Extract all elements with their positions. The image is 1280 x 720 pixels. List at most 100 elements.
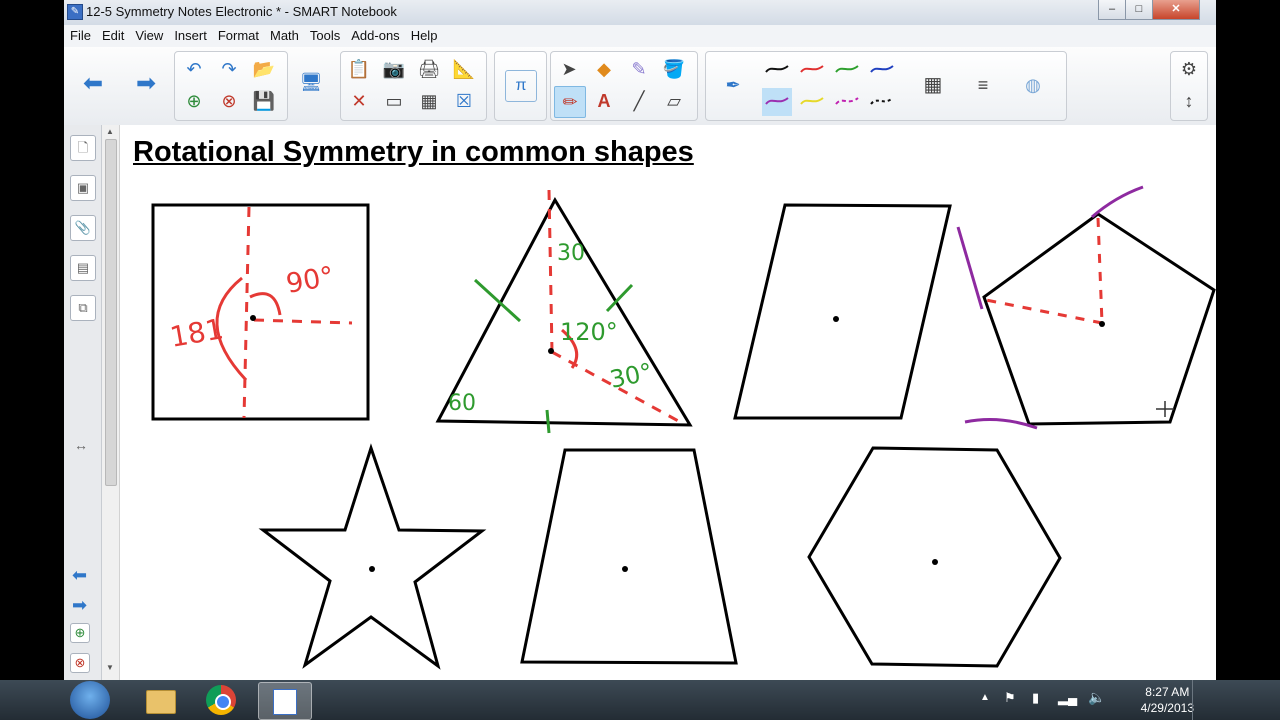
- toolbar-group-pens: ✒ ▦ ≡ ◍: [705, 51, 1067, 121]
- save-icon[interactable]: 💾: [249, 86, 279, 116]
- notebook-page[interactable]: Rotational Symmetry in common shapes 90°…: [120, 125, 1216, 680]
- screen-capture-icon[interactable]: 🖨: [414, 54, 444, 84]
- delete-page-sidebar-icon[interactable]: ⊗: [70, 653, 90, 673]
- move-toolbar-icon[interactable]: ↕: [1174, 86, 1204, 116]
- square-vertical-axis: [242, 206, 251, 419]
- scroll-down-icon[interactable]: ▼: [106, 663, 114, 672]
- pen-green-icon[interactable]: [832, 56, 862, 84]
- maximize-button[interactable]: □: [1125, 0, 1153, 20]
- square-center-dot: [250, 315, 256, 321]
- pen-blue-icon[interactable]: [867, 56, 897, 84]
- next-page-icon[interactable]: ➡: [131, 69, 161, 99]
- power-icon[interactable]: ▮: [1032, 690, 1039, 706]
- chrome-icon[interactable]: [196, 682, 248, 718]
- system-clock[interactable]: 8:27 AM 4/29/2013: [1141, 684, 1194, 716]
- triangle-median-top: [547, 189, 554, 353]
- minimize-button[interactable]: –: [1098, 0, 1126, 20]
- pen-purple-icon[interactable]: [762, 88, 792, 116]
- clock-date: 4/29/2013: [1140, 701, 1194, 715]
- page-sorter-icon[interactable]: 🗋: [70, 135, 96, 161]
- previous-page-sidebar-icon[interactable]: ⬅: [72, 565, 87, 586]
- gallery-icon[interactable]: ▣: [70, 175, 96, 201]
- square-horizontal-axis: [253, 318, 353, 325]
- shapes-icon[interactable]: ◆: [589, 54, 619, 84]
- pen-red-icon[interactable]: [797, 56, 827, 84]
- color-palette-icon[interactable]: ▦: [918, 70, 948, 100]
- display-screen-icon[interactable]: ▭: [379, 86, 409, 116]
- menu-tools[interactable]: Tools: [304, 25, 345, 43]
- trapezoid-center-dot: [622, 566, 628, 572]
- add-page-sidebar-icon[interactable]: ⊕: [70, 623, 90, 643]
- triangle-label-right: 30°: [607, 358, 654, 394]
- square-shape[interactable]: [151, 203, 370, 421]
- previous-page-icon[interactable]: ⬅: [78, 69, 108, 99]
- undo-icon[interactable]: ↶: [179, 54, 209, 84]
- fill-icon[interactable]: 🪣: [659, 54, 689, 84]
- star-shape[interactable]: [258, 443, 487, 670]
- measurement-tools-icon[interactable]: 📐: [449, 54, 479, 84]
- delete-icon[interactable]: ✕: [344, 86, 374, 116]
- line-tool-icon[interactable]: ╱: [624, 86, 654, 116]
- network-icon[interactable]: ▂▄: [1058, 690, 1077, 706]
- parallelogram-shape[interactable]: [733, 203, 952, 420]
- paste-icon[interactable]: 📋: [344, 54, 374, 84]
- close-tab-icon[interactable]: ☒: [449, 86, 479, 116]
- smart-notebook-app-icon: ✎: [67, 4, 83, 20]
- pen-black-icon[interactable]: [762, 56, 792, 84]
- open-file-icon[interactable]: 📂: [249, 54, 279, 84]
- menu-bar: File Edit View Insert Format Math Tools Add-ons…: [64, 25, 1216, 47]
- camera-icon[interactable]: 📷: [379, 54, 409, 84]
- eraser-icon[interactable]: ▱: [659, 86, 689, 116]
- math-tools-icon[interactable]: π: [505, 70, 537, 102]
- line-style-icon[interactable]: ≡: [968, 70, 998, 100]
- menu-insert[interactable]: Insert: [168, 25, 212, 43]
- file-explorer-icon[interactable]: [134, 682, 186, 718]
- magic-pen-icon[interactable]: ✎: [624, 54, 654, 84]
- delete-page-icon[interactable]: ⊗: [214, 86, 244, 116]
- pens-icon[interactable]: ✏: [554, 86, 586, 118]
- transparency-icon[interactable]: ◍: [1018, 70, 1048, 100]
- toolbar-group-settings: ⚙ ↕: [1170, 51, 1208, 121]
- resize-sidebar-icon[interactable]: ↔: [74, 437, 88, 453]
- show-desktop-button[interactable]: [1192, 680, 1215, 720]
- pentagon-shape[interactable]: [982, 212, 1216, 426]
- pentagon-radius-top: [1096, 217, 1104, 324]
- menu-file[interactable]: File: [64, 25, 96, 43]
- screen-shade-icon[interactable]: 🖥: [296, 67, 326, 97]
- show-hidden-icons-icon[interactable]: ▲: [980, 692, 990, 703]
- select-arrow-icon[interactable]: ➤: [554, 54, 584, 84]
- trapezoid-shape[interactable]: [520, 448, 738, 665]
- redo-icon[interactable]: ↷: [214, 54, 244, 84]
- menu-help[interactable]: Help: [405, 25, 443, 43]
- start-button-icon[interactable]: [70, 681, 110, 719]
- properties-icon[interactable]: ▤: [70, 255, 96, 281]
- add-page-icon[interactable]: ⊕: [179, 86, 209, 116]
- settings-gear-icon[interactable]: ⚙: [1174, 54, 1204, 84]
- menu-math[interactable]: Math: [264, 25, 304, 43]
- menu-format[interactable]: Format: [212, 25, 264, 43]
- toolbar-group-edit: 📋 📷 🖨 📐 ✕ ▭ ▦ ☒: [340, 51, 487, 121]
- close-button[interactable]: ✕: [1152, 0, 1200, 20]
- vertical-scrollbar[interactable]: ▲ ▼: [102, 125, 120, 680]
- smart-notebook-taskbar-icon[interactable]: [258, 682, 312, 720]
- volume-icon[interactable]: 🔈: [1088, 689, 1105, 706]
- menu-view[interactable]: View: [129, 25, 168, 43]
- attachments-icon[interactable]: 📎: [70, 215, 96, 241]
- menu-edit[interactable]: Edit: [96, 25, 129, 43]
- pen-type-icon[interactable]: ✒: [718, 70, 748, 100]
- add-ons-icon[interactable]: ⧉: [70, 295, 96, 321]
- menu-add-ons[interactable]: Add-ons: [345, 25, 404, 43]
- pen-yellow-icon[interactable]: [797, 88, 827, 116]
- scrollbar-thumb[interactable]: [105, 139, 117, 486]
- pen-black-dashed-icon[interactable]: [867, 88, 897, 116]
- pen-magenta-dashed-icon[interactable]: [832, 88, 862, 116]
- next-page-sidebar-icon[interactable]: ➡: [72, 595, 87, 616]
- hexagon-shape[interactable]: [807, 446, 1062, 668]
- triangle-label-left: 60: [448, 391, 476, 416]
- scroll-up-icon[interactable]: ▲: [106, 127, 114, 136]
- parallelogram-center-dot: [833, 316, 839, 322]
- action-center-flag-icon[interactable]: ⚑: [1004, 690, 1016, 706]
- side-tab-bar: 🗋 ▣ 📎 ▤ ⧉ ↔ ⬅ ➡ ⊕ ⊗: [64, 125, 102, 680]
- table-icon[interactable]: ▦: [414, 86, 444, 116]
- text-tool-icon[interactable]: A: [589, 86, 619, 116]
